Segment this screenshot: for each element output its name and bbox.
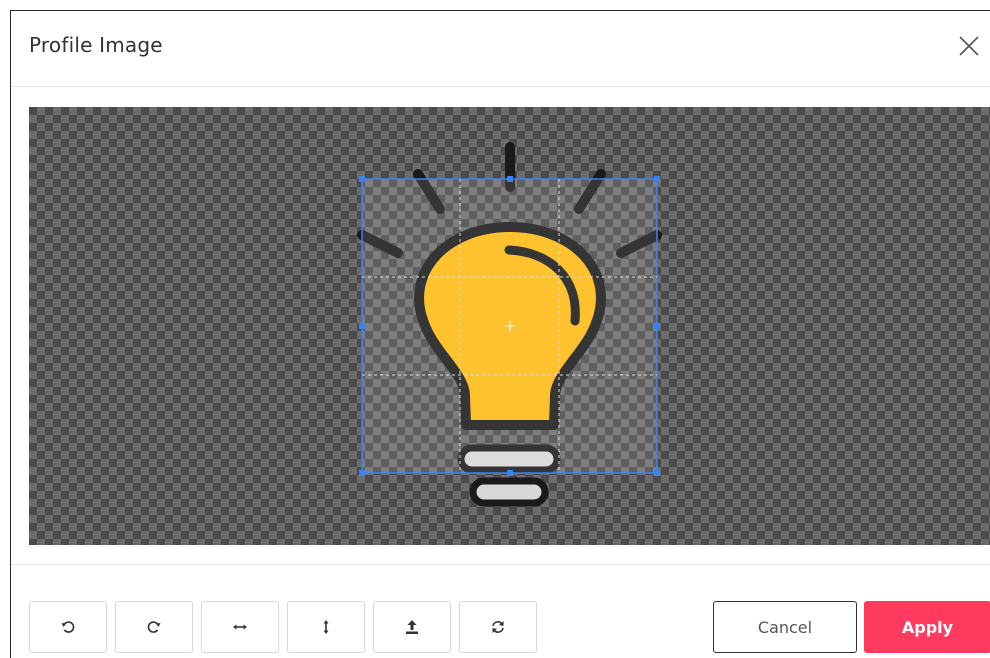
reset-icon [492, 621, 504, 633]
bulb-base-lower [469, 477, 549, 507]
flip-horizontal-icon [233, 624, 247, 630]
dialog-header: Profile Image [11, 11, 990, 87]
upload-icon [406, 620, 418, 634]
image-crop-canvas[interactable] [29, 107, 990, 545]
close-icon [959, 36, 979, 56]
profile-image-dialog: Profile Image Cancel Apply [10, 10, 990, 658]
flip-horizontal-button[interactable] [201, 601, 279, 653]
crop-box[interactable] [359, 176, 660, 476]
close-button[interactable] [956, 33, 982, 59]
flip-vertical-button[interactable] [287, 601, 365, 653]
upload-button[interactable] [373, 601, 451, 653]
rotate-right-button[interactable] [115, 601, 193, 653]
rotate-left-icon [61, 621, 75, 633]
rotate-right-icon [147, 621, 161, 633]
dialog-title: Profile Image [29, 33, 163, 57]
cancel-button[interactable]: Cancel [713, 601, 857, 653]
reset-button[interactable] [459, 601, 537, 653]
flip-vertical-icon [323, 620, 329, 634]
lightbulb-image [357, 142, 662, 507]
rotate-left-button[interactable] [29, 601, 107, 653]
footer-divider [11, 564, 990, 565]
apply-button[interactable]: Apply [864, 601, 990, 653]
